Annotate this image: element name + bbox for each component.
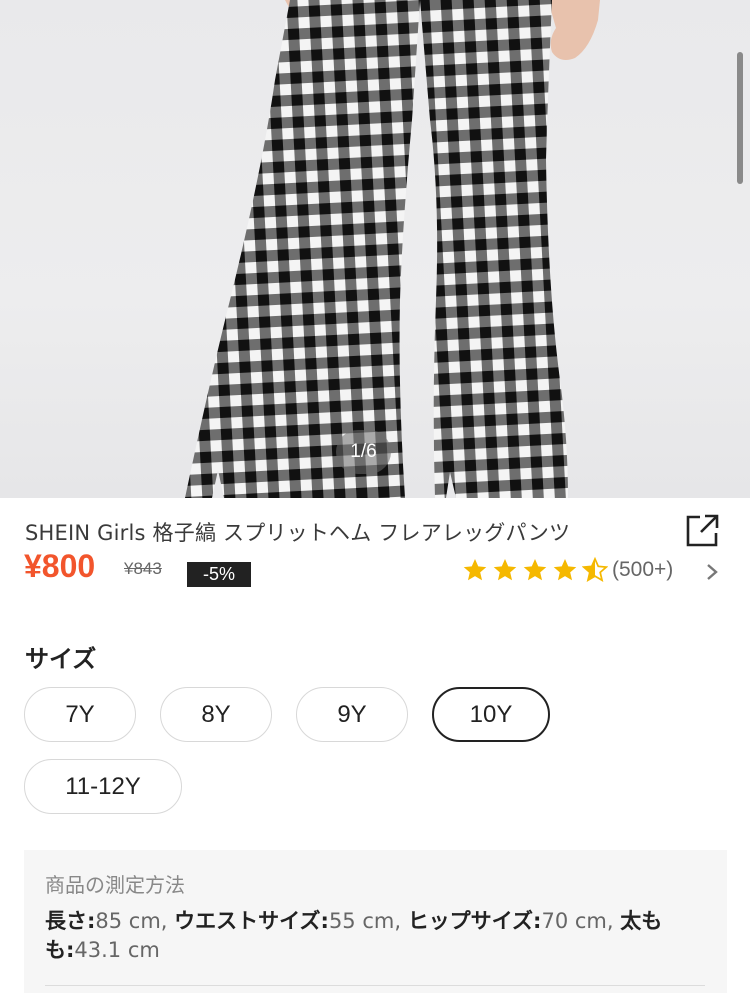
size-section-label: サイズ bbox=[25, 645, 97, 673]
size-option-10y-selected[interactable]: 10Y bbox=[432, 687, 550, 742]
size-option-8y[interactable]: 8Y bbox=[160, 687, 272, 742]
measure-value-hip: 70 cm, bbox=[541, 909, 621, 933]
scrollbar[interactable] bbox=[737, 52, 743, 184]
share-icon[interactable] bbox=[684, 513, 720, 549]
product-title: SHEIN Girls 格子縞 スプリットヘム フレアレッグパンツ bbox=[25, 521, 571, 545]
size-option-11-12y[interactable]: 11-12Y bbox=[24, 759, 182, 814]
measure-value-length: 85 cm, bbox=[95, 909, 175, 933]
measurement-details: 長さ:85 cm, ウエストサイズ:55 cm, ヒップサイズ:70 cm, 太… bbox=[45, 907, 705, 965]
rating-count[interactable]: (500+) bbox=[612, 558, 673, 582]
rating-stars[interactable] bbox=[462, 557, 608, 583]
measure-value-thigh: 43.1 cm bbox=[74, 938, 160, 962]
chevron-right-icon[interactable] bbox=[704, 562, 720, 582]
price: ¥800 bbox=[24, 548, 96, 584]
size-option-9y[interactable]: 9Y bbox=[296, 687, 408, 742]
discount-badge: -5% bbox=[187, 562, 251, 587]
star-full-icon bbox=[463, 558, 487, 581]
product-image-gallery[interactable]: 1/6 bbox=[0, 0, 750, 498]
measure-key-waist: ウエストサイズ: bbox=[174, 909, 329, 933]
product-photo bbox=[185, 0, 600, 498]
image-counter: 1/6 bbox=[336, 430, 391, 474]
star-full-icon bbox=[493, 558, 517, 581]
star-half-icon bbox=[582, 557, 608, 583]
size-option-7y[interactable]: 7Y bbox=[24, 687, 136, 742]
original-price: ¥843 bbox=[124, 559, 162, 578]
measure-value-waist: 55 cm, bbox=[328, 909, 408, 933]
star-full-icon bbox=[553, 558, 577, 581]
measurement-title[interactable]: 商品の測定方法 bbox=[45, 869, 185, 898]
divider bbox=[45, 985, 705, 986]
measure-key-hip: ヒップサイズ: bbox=[407, 909, 542, 933]
measurement-panel: 商品の測定方法 長さ:85 cm, ウエストサイズ:55 cm, ヒップサイズ:… bbox=[24, 850, 727, 993]
measure-key-length: 長さ: bbox=[45, 909, 96, 933]
star-full-icon bbox=[523, 558, 547, 581]
